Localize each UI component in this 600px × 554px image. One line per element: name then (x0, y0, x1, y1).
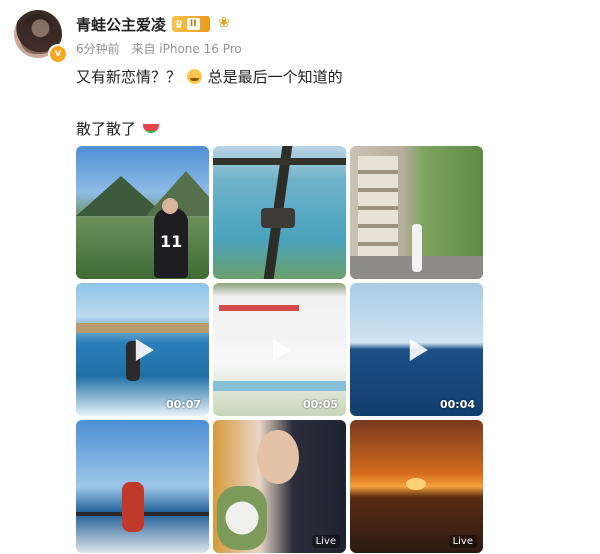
grin-sweat-emoji-icon (186, 69, 202, 84)
post-source[interactable]: 来自 iPhone 16 Pro (131, 42, 241, 56)
video-duration: 00:05 (302, 398, 338, 411)
shore-shape (76, 323, 209, 333)
sign-strip (219, 305, 299, 311)
post-text-part: 总是最后一个知道的 (207, 68, 343, 86)
live-badge: Live (448, 535, 477, 548)
face-shape (257, 430, 299, 484)
media-thumb-2[interactable] (213, 146, 346, 279)
media-thumb-4[interactable]: 00:07 (76, 283, 209, 416)
sticker-icon: ❀ (218, 15, 230, 31)
post-time: 6分钟前 (76, 42, 120, 56)
member-badge[interactable]: ♛ II (172, 16, 210, 32)
media-thumb-8[interactable]: Live (213, 420, 346, 553)
play-icon[interactable] (272, 338, 291, 361)
person-shape (122, 482, 144, 532)
video-duration: 00:04 (439, 398, 475, 411)
person-head (162, 198, 178, 214)
play-icon[interactable] (135, 338, 154, 361)
post-text-part: 又有新恋情？？ (76, 68, 182, 86)
post-meta: 6分钟前 来自 iPhone 16 Pro (76, 40, 242, 57)
media-grid: 11 00:07 00:05 00:04 Live Live (76, 146, 483, 553)
live-badge: Live (311, 535, 340, 548)
author-name[interactable]: 青蛙公主爱凌 (76, 14, 166, 35)
video-duration: 00:07 (165, 398, 201, 411)
water-strip (213, 381, 346, 391)
verified-badge-icon: v (48, 44, 68, 64)
crown-icon: ♛ (174, 17, 184, 31)
swing-seat (261, 208, 295, 228)
media-thumb-7[interactable] (76, 420, 209, 553)
sun-shape (406, 478, 426, 490)
flower-bouquet (217, 486, 267, 550)
post-text-part: 散了散了 (76, 120, 137, 138)
person-shape (412, 224, 422, 272)
swing-beam (213, 158, 346, 165)
media-thumb-1[interactable]: 11 (76, 146, 209, 279)
media-thumb-6[interactable]: 00:04 (350, 283, 483, 416)
media-thumb-9[interactable]: Live (350, 420, 483, 553)
media-thumb-3[interactable] (350, 146, 483, 279)
watermelon-emoji-icon (142, 124, 159, 133)
building-shape (358, 156, 398, 256)
member-level: II (186, 18, 200, 30)
play-icon[interactable] (409, 338, 428, 361)
jersey-number: 11 (160, 232, 183, 251)
post-text-line2: 散了散了 (76, 118, 159, 139)
post-text-line1: 又有新恋情？？ 总是最后一个知道的 (76, 66, 343, 87)
media-thumb-5[interactable]: 00:05 (213, 283, 346, 416)
